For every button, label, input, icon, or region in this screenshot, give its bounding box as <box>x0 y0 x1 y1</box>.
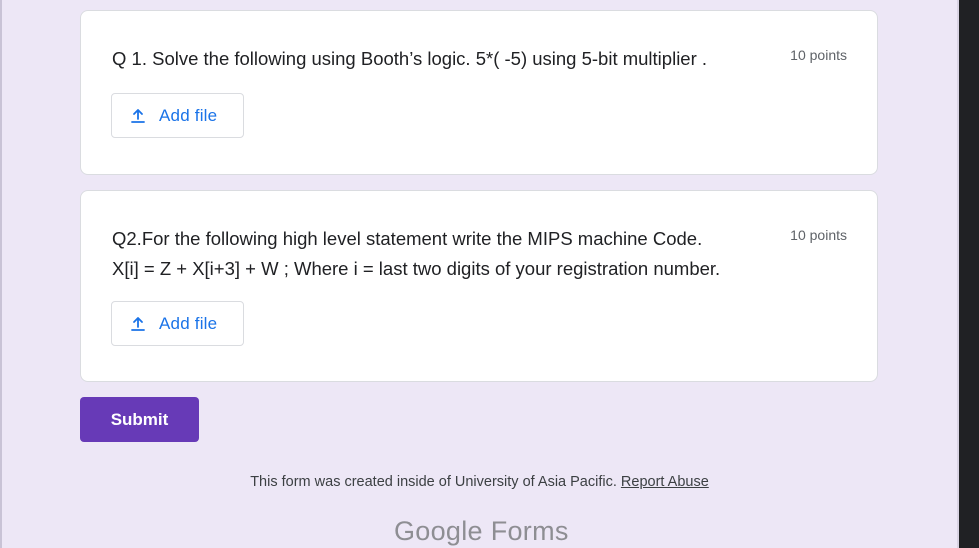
brand-google: Google <box>394 516 483 546</box>
question-card-2: Q2.For the following high level statemen… <box>80 190 878 382</box>
question-points: 10 points <box>790 47 847 63</box>
report-abuse-link[interactable]: Report Abuse <box>621 474 709 490</box>
add-file-label: Add file <box>159 313 218 333</box>
upload-icon <box>129 107 147 125</box>
question-title-line-1: Q2.For the following high level statemen… <box>112 228 703 249</box>
brand-forms: Forms <box>490 516 569 546</box>
add-file-label: Add file <box>159 105 218 125</box>
question-title: Q2.For the following high level statemen… <box>112 224 782 284</box>
submit-button[interactable]: Submit <box>80 397 199 442</box>
window-left-edge <box>0 0 2 548</box>
footer-text: This form was created inside of Universi… <box>250 474 617 490</box>
question-title: Q 1. Solve the following using Booth’s l… <box>112 48 708 69</box>
upload-icon <box>129 315 147 333</box>
add-file-button[interactable]: Add file <box>111 301 244 346</box>
google-forms-logo: Google Forms <box>394 516 569 547</box>
form-footer: This form was created inside of Universi… <box>0 474 959 490</box>
window-right-border <box>959 0 979 548</box>
question-points: 10 points <box>790 227 847 243</box>
question-title-line-2: X[i] = Z + X[i+3] + W ; Where i = last t… <box>112 258 721 279</box>
add-file-button[interactable]: Add file <box>111 93 244 138</box>
question-card-1: Q 1. Solve the following using Booth’s l… <box>80 10 878 175</box>
